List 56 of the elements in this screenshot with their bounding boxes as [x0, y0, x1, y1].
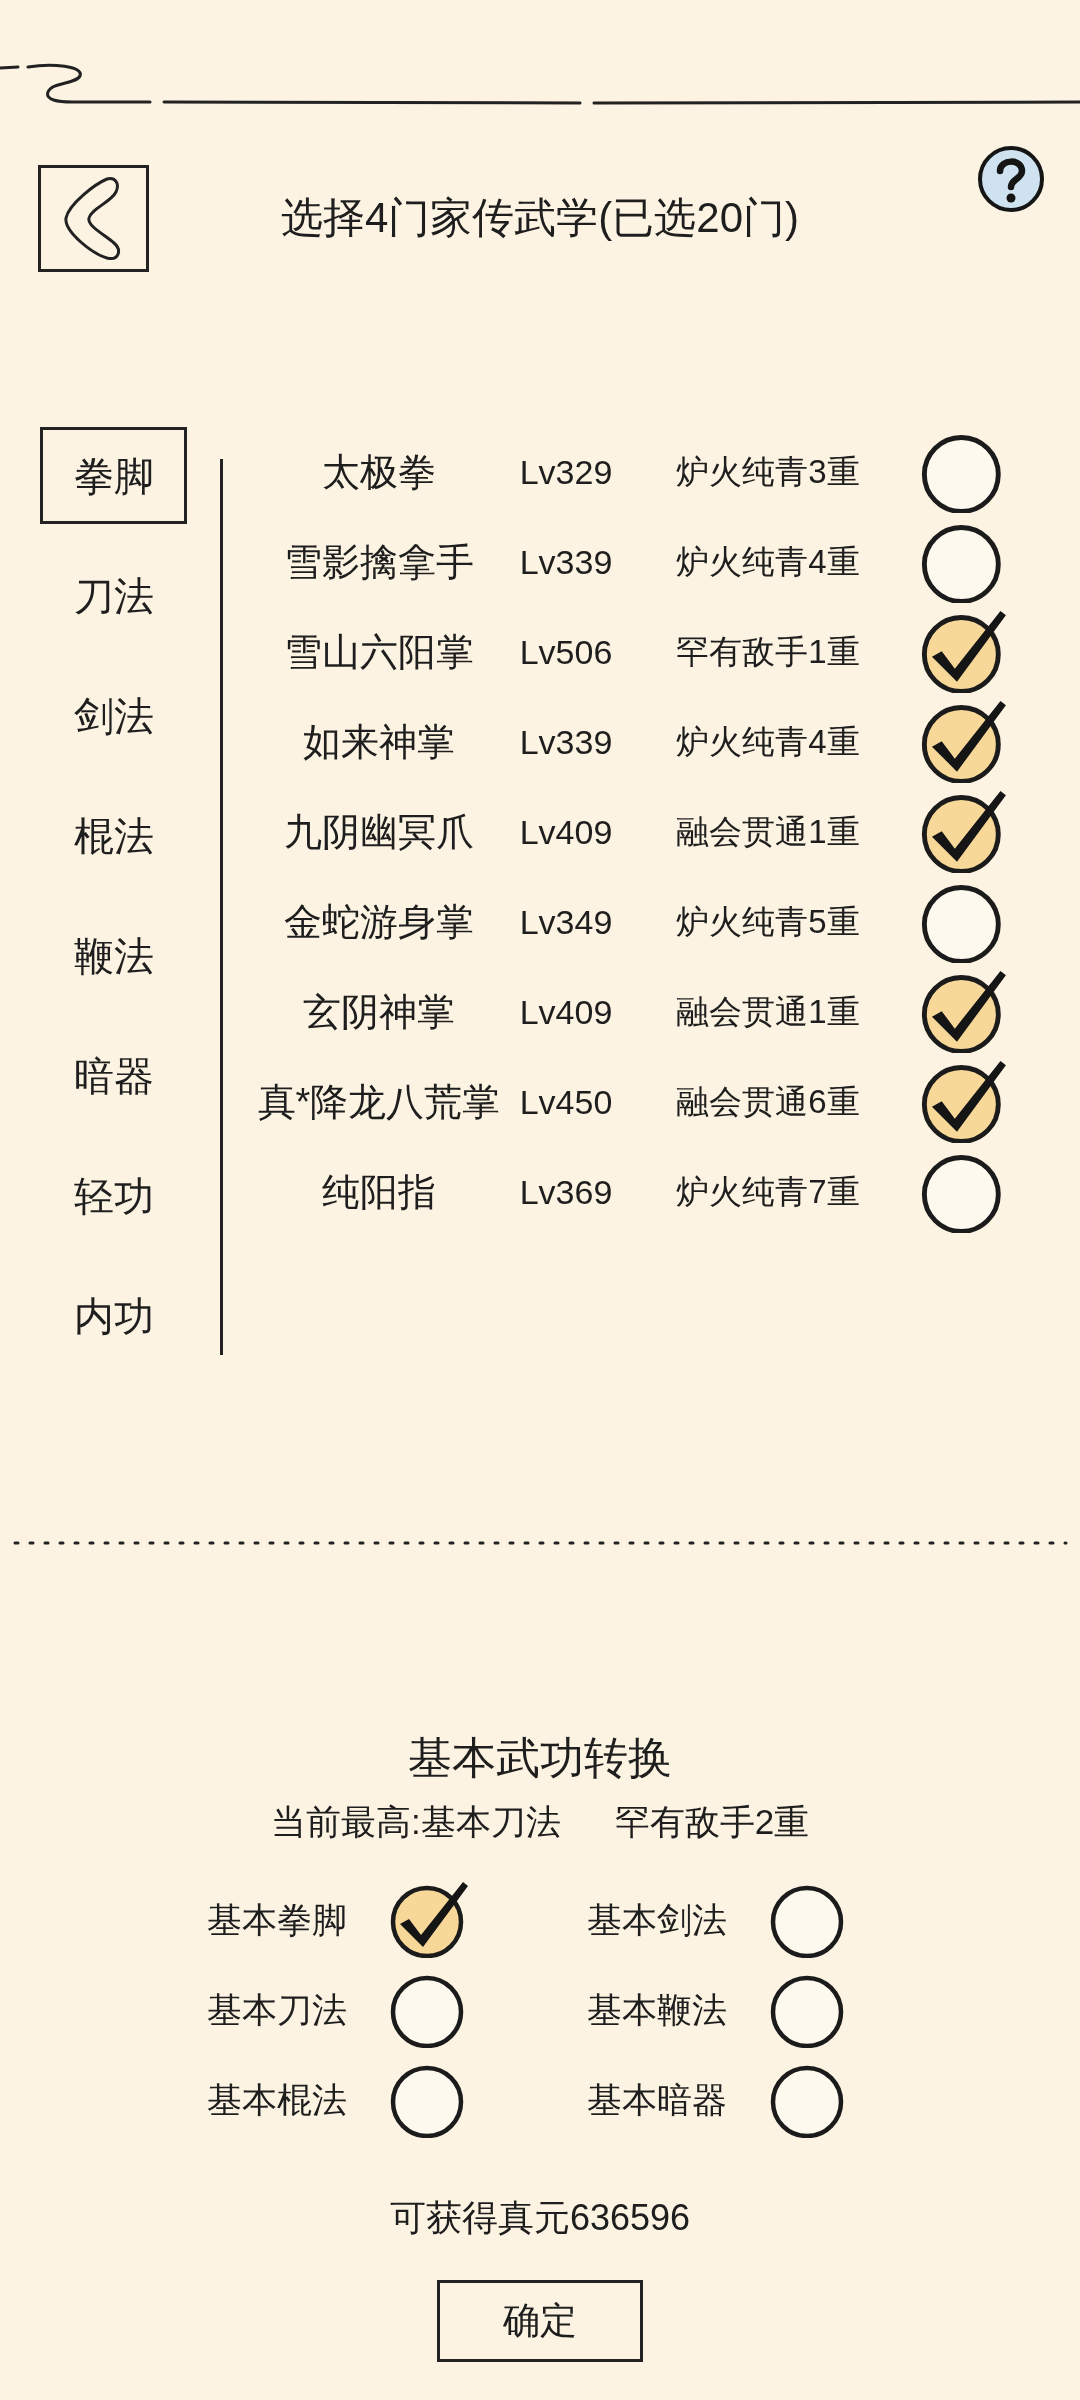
option-label: 基本拳脚 [207, 1898, 348, 1941]
category-tab[interactable]: 鞭法 [40, 907, 187, 1004]
skill-name: 雪影擒拿手 [284, 539, 474, 585]
category-tab[interactable]: 暗器 [40, 1027, 187, 1124]
reward-text: 可获得真元636596 [389, 2198, 691, 2238]
skill-level: Lv450 [519, 1081, 613, 1123]
category-tab[interactable]: 内功 [40, 1267, 187, 1364]
back-icon [61, 175, 123, 262]
category-tab[interactable]: 棍法 [40, 787, 187, 884]
skill-level: Lv409 [519, 991, 613, 1033]
current-realm-text: 罕有敌手2重 [614, 1802, 810, 1842]
skill-name: 九阴幽冥爪 [284, 809, 474, 855]
category-tab[interactable]: 轻功 [40, 1147, 187, 1244]
skill-realm: 炉火纯青5重 [676, 902, 860, 943]
skill-realm: 炉火纯青4重 [676, 542, 860, 583]
option-label: 基本鞭法 [587, 1988, 728, 2031]
skill-name: 金蛇游身掌 [284, 899, 474, 945]
skill-level: Lv369 [519, 1171, 613, 1213]
option-label: 基本剑法 [587, 1898, 728, 1941]
checkbox[interactable] [920, 970, 1007, 1054]
confirm-button[interactable]: 确定 [437, 2280, 643, 2362]
skill-realm: 炉火纯青7重 [676, 1172, 860, 1213]
page-title: 选择4门家传武学(已选20门) [280, 193, 800, 243]
skill-level: Lv339 [519, 721, 613, 763]
category-tab[interactable]: 拳脚 [40, 427, 187, 524]
skill-name: 玄阴神掌 [303, 989, 455, 1035]
skill-realm: 罕有敌手1重 [676, 632, 860, 673]
category-tab[interactable]: 剑法 [40, 667, 187, 764]
option-label: 基本棍法 [207, 2078, 348, 2121]
skill-realm: 炉火纯青3重 [676, 452, 860, 493]
skill-name: 如来神掌 [303, 719, 455, 765]
skill-realm: 融会贯通6重 [676, 1082, 860, 1123]
checkbox[interactable] [920, 700, 1007, 784]
skill-realm: 炉火纯青4重 [676, 722, 860, 763]
skill-name: 雪山六阳掌 [284, 629, 474, 675]
skill-realm: 融会贯通1重 [676, 992, 860, 1033]
category-tab[interactable]: 刀法 [40, 547, 187, 644]
skill-level: Lv409 [519, 811, 613, 853]
help-icon[interactable] [977, 145, 1045, 213]
back-button[interactable] [38, 165, 149, 272]
option-label: 基本暗器 [587, 2078, 728, 2121]
skill-name: 真*降龙八荒掌 [257, 1079, 501, 1125]
skill-level: Lv349 [519, 901, 613, 943]
checkbox[interactable] [920, 1060, 1007, 1144]
option-label: 基本刀法 [207, 1988, 348, 2031]
checkbox[interactable] [389, 1882, 469, 1958]
skill-name: 太极拳 [322, 449, 436, 495]
skill-level: Lv329 [519, 451, 613, 493]
skill-level: Lv339 [519, 541, 613, 583]
skill-level: Lv506 [519, 631, 613, 673]
checkbox[interactable] [920, 610, 1007, 694]
current-best-text: 当前最高:基本刀法 [270, 1802, 561, 1842]
skill-name: 纯阳指 [322, 1169, 436, 1215]
section-title: 基本武功转换 [408, 1733, 672, 1783]
checkbox[interactable] [920, 790, 1007, 874]
skill-realm: 融会贯通1重 [676, 812, 860, 853]
